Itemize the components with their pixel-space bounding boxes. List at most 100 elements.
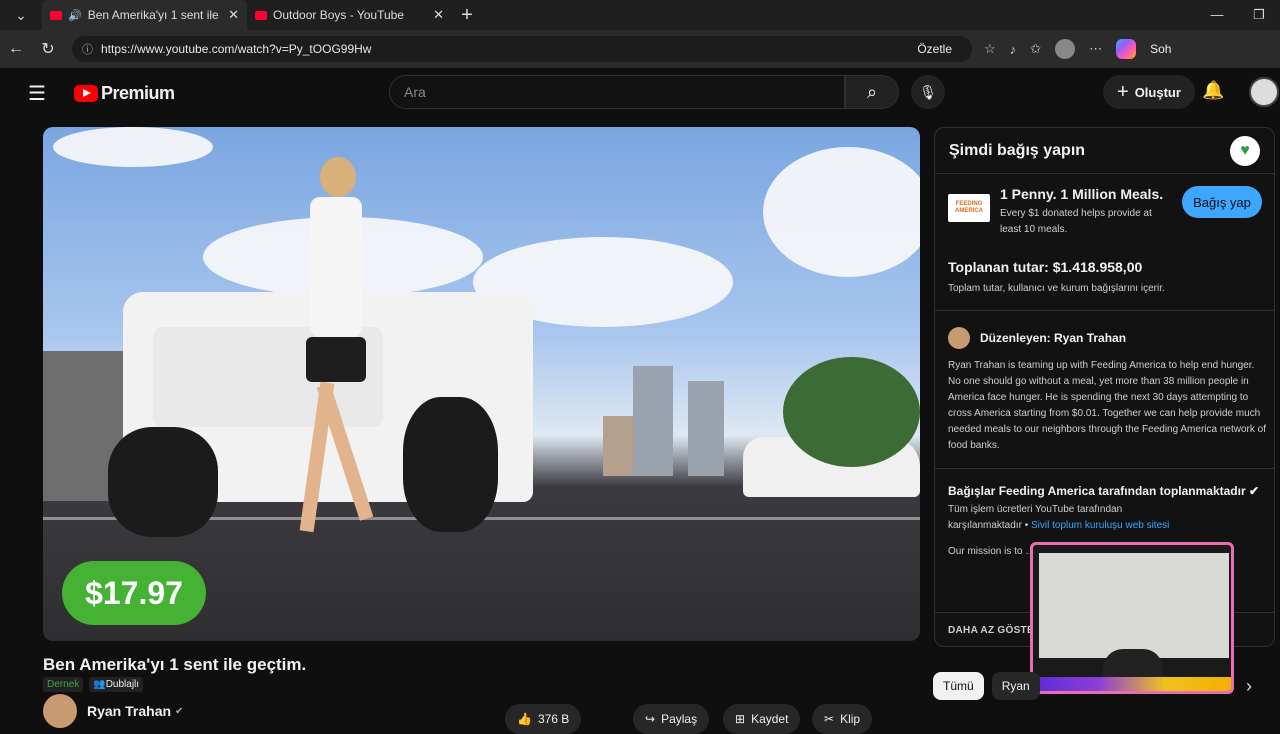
copilot-icon[interactable] — [1116, 39, 1137, 59]
channel-name[interactable]: Ryan Trahan — [87, 703, 171, 719]
raised-amount: Toplanan tutar: $1.418.958,00 — [948, 259, 1143, 275]
microphone-icon[interactable]: 🎙 — [911, 75, 945, 109]
share-button[interactable]: ↪ Paylaş — [633, 704, 710, 734]
like-button[interactable]: 👍 376 B — [505, 704, 582, 734]
campaign-subtitle: Every $1 donated helps provide at least … — [1000, 208, 1152, 235]
chip-ryan[interactable]: Ryan — [991, 672, 1040, 700]
youtube-favicon-icon — [50, 10, 62, 20]
person — [298, 157, 378, 547]
tire — [403, 397, 498, 532]
campaign-title: 1 Penny. 1 Million Meals. — [1000, 186, 1164, 202]
browser-tab-bar: ⌄ 🔊 Ben Amerika'yı 1 sent ile geçti ✕ Ou… — [0, 0, 1280, 30]
youtube-play-icon — [74, 84, 98, 102]
create-button[interactable]: + Oluştur — [1103, 75, 1195, 109]
verified-icon: ✔ — [1248, 484, 1260, 498]
url-text: https://www.youtube.com/watch?v=Py_tOOG9… — [101, 42, 372, 56]
chevron-right-icon[interactable]: › — [1246, 676, 1252, 697]
more-menu-icon[interactable]: ⋯ — [1089, 41, 1102, 57]
back-icon[interactable]: ← — [0, 40, 32, 58]
chip-all[interactable]: Tümü — [933, 672, 984, 700]
tab-video[interactable]: 🔊 Ben Amerika'yı 1 sent ile geçti ✕ — [42, 0, 247, 30]
address-bar-row: ← ↻ ⓘ https://www.youtube.com/watch?v=Py… — [0, 30, 1280, 68]
favorites-icon[interactable]: ✩ — [1030, 41, 1041, 57]
clip-button[interactable]: ✂ Klip — [812, 704, 873, 734]
collected-by-text: Bağışlar Feeding America tarafından topl… — [948, 484, 1246, 498]
create-label: Oluştur — [1134, 84, 1181, 100]
search-input[interactable]: Ara — [389, 75, 845, 109]
panel-heading: Şimdi bağış yapın — [935, 128, 1274, 174]
cloud — [53, 127, 213, 167]
tag-dubbed[interactable]: 👥Dublajlı — [89, 677, 144, 692]
save-label: Kaydet — [751, 712, 789, 726]
tab-title: Outdoor Boys - YouTube — [273, 8, 404, 22]
webcam-frame-bar — [1033, 677, 1231, 691]
toolbar-icons: ☆ ♪ ✩ ⋯ Soh — [984, 39, 1171, 59]
tag-dubbed-label: Dublajlı — [105, 679, 140, 690]
building — [688, 381, 724, 476]
raised-note: Toplam tutar, kullanıcı ve kurum bağışla… — [948, 283, 1165, 294]
filter-chips: Tümü Ryan — [933, 672, 1040, 700]
url-field[interactable]: ⓘ https://www.youtube.com/watch?v=Py_tOO… — [72, 36, 972, 62]
plus-icon: + — [1117, 80, 1129, 103]
search-icon[interactable]: ⌕ — [845, 75, 899, 109]
account-avatar[interactable] — [1249, 77, 1279, 107]
profile-avatar[interactable] — [1055, 39, 1076, 59]
campaign-row: FEEDING AMERICA 1 Penny. 1 Million Meals.… — [948, 186, 1175, 237]
share-icon: ↪ — [645, 712, 656, 726]
maximize-icon[interactable]: ❐ — [1238, 0, 1280, 30]
show-less-button[interactable]: DAHA AZ GÖSTE — [948, 625, 1034, 636]
tire — [108, 427, 218, 537]
extensions-icon[interactable]: ♪ — [1010, 42, 1017, 57]
divider — [935, 468, 1274, 469]
tab-title: Ben Amerika'yı 1 sent ile geçti — [87, 8, 222, 22]
channel-row: Ryan Trahan ✔ — [43, 694, 184, 728]
share-label: Paylaş — [661, 712, 698, 726]
youtube-favicon-icon — [255, 10, 267, 20]
refresh-icon[interactable]: ↻ — [32, 39, 64, 59]
webcam-overlay — [1030, 542, 1234, 694]
notifications-bell-icon[interactable]: 🔔 — [1202, 80, 1224, 101]
building — [633, 366, 673, 476]
save-button[interactable]: ⊞ Kaydet — [723, 704, 801, 734]
verified-icon: ✔ — [175, 705, 184, 717]
summarize-button[interactable]: Özetle — [917, 42, 952, 56]
nonprofit-site-link[interactable]: Sivil toplum kuruluşu web sitesi — [1031, 520, 1169, 531]
minimize-icon[interactable]: — — [1196, 0, 1238, 30]
heart-icon: ♥ — [1230, 136, 1260, 166]
window-controls: — ❐ — [1196, 0, 1280, 30]
close-tab-icon[interactable]: ✕ — [228, 7, 239, 23]
video-tags: Dernek 👥Dublajlı — [43, 677, 144, 692]
menu-icon[interactable]: ☰ — [14, 81, 60, 106]
organizer-avatar — [948, 327, 970, 349]
like-count: 376 B — [537, 712, 570, 726]
new-tab-button[interactable]: + — [452, 4, 482, 27]
building — [603, 416, 633, 476]
tab-list-chevron-icon[interactable]: ⌄ — [0, 0, 42, 30]
webcam-background — [1039, 553, 1229, 658]
dubbed-icon: 👥 — [93, 679, 106, 690]
tag-nonprofit[interactable]: Dernek — [43, 677, 84, 692]
channel-avatar[interactable] — [43, 694, 77, 728]
collected-by: Bağışlar Feeding America tarafından topl… — [948, 484, 1259, 498]
youtube-logo[interactable]: Premium — [74, 83, 175, 104]
tree — [783, 357, 920, 467]
site-info-icon[interactable]: ⓘ — [82, 41, 93, 57]
clip-label: Klip — [840, 712, 861, 726]
price-overlay: $17.97 — [62, 561, 206, 625]
video-title: Ben Amerika'yı 1 sent ile geçtim. — [43, 655, 307, 674]
copilot-label[interactable]: Soh — [1150, 42, 1171, 56]
organizer-name: Düzenleyen: Ryan Trahan — [980, 331, 1127, 345]
fees-row: Tüm işlem ücretleri YouTube tarafından k… — [948, 504, 1170, 531]
logo-text: Premium — [101, 82, 175, 103]
favorite-star-icon[interactable]: ☆ — [984, 41, 996, 57]
feeding-america-logo: FEEDING AMERICA — [948, 194, 990, 222]
save-icon: ⊞ — [735, 712, 746, 726]
video-player[interactable]: $17.97 — [43, 127, 920, 641]
tab-outdoor-boys[interactable]: Outdoor Boys - YouTube ✕ — [247, 0, 452, 30]
close-tab-icon[interactable]: ✕ — [433, 7, 444, 23]
donate-button[interactable]: Bağış yap — [1182, 186, 1262, 218]
organizer-row: Düzenleyen: Ryan Trahan — [948, 327, 1126, 349]
scissors-icon: ✂ — [824, 712, 835, 726]
speaker-icon[interactable]: 🔊 — [68, 9, 82, 22]
cloud — [763, 147, 920, 277]
